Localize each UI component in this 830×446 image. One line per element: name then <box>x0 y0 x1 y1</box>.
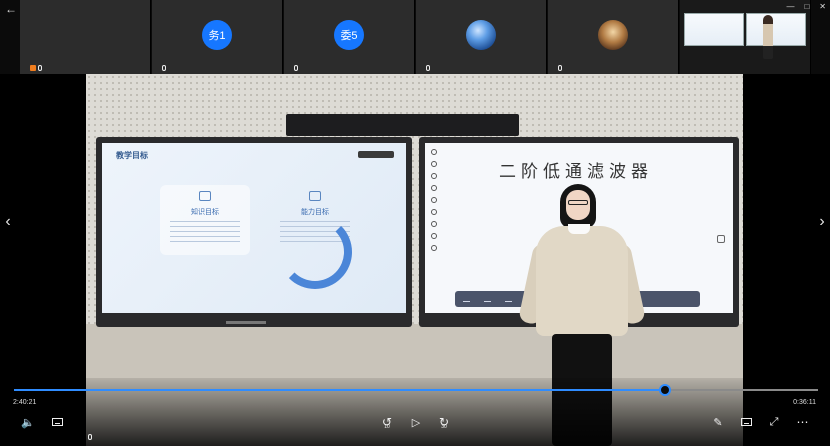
participant-label <box>294 63 300 72</box>
more-icon[interactable]: ⋯ <box>795 414 811 430</box>
participant-avatar <box>466 20 496 50</box>
undo-tool-icon <box>430 209 437 215</box>
dock-cloud-icon <box>505 297 512 302</box>
text-tool-icon <box>430 185 437 191</box>
pen-icon[interactable]: ✎ <box>710 414 726 430</box>
thumbnail-teacher <box>763 15 773 59</box>
screen-icon[interactable] <box>738 414 754 430</box>
elapsed-time: 2:40:21 <box>13 399 37 406</box>
participant-avatar: 务1 <box>202 20 232 50</box>
slide-screen: 教学目标 知识目标 能力目标 <box>102 143 406 313</box>
monitor-logo <box>226 321 266 324</box>
book-icon <box>199 191 211 201</box>
user-icon <box>30 64 36 71</box>
volume-icon[interactable]: 🔈 <box>20 414 36 430</box>
participant-avatar <box>598 20 628 50</box>
minimize-icon[interactable]: — <box>786 2 794 11</box>
participant-tile-1[interactable] <box>20 0 151 74</box>
color-tool-icon <box>430 197 437 203</box>
knowledge-goal-text <box>170 221 240 243</box>
back-arrow-icon[interactable]: ← <box>4 2 18 16</box>
pen-tool-icon <box>430 149 437 155</box>
subtitle-icon[interactable] <box>49 414 65 430</box>
participant-label <box>30 63 44 72</box>
restore-icon[interactable]: □ <box>804 2 809 11</box>
presenter-label <box>88 434 92 440</box>
next-chevron-icon[interactable]: › <box>815 212 829 232</box>
slide-title: 教学目标 <box>116 151 148 160</box>
mic-icon <box>294 64 298 71</box>
knowledge-goal-card: 知识目标 <box>160 185 250 255</box>
progress-thumb[interactable] <box>659 384 672 396</box>
close-tool-icon <box>430 245 437 251</box>
mic-icon <box>426 64 430 71</box>
participant-avatar: 委5 <box>334 20 364 50</box>
whiteboard-toolbar <box>429 149 438 289</box>
thumbnail-screen-right <box>746 13 806 46</box>
dock-collapse-icon <box>463 297 470 302</box>
participant-tile-3[interactable]: 委5 <box>284 0 415 74</box>
participant-strip: ← 务1 委5 — □ ✕ <box>0 0 830 74</box>
participant-label <box>558 63 564 72</box>
participant-label <box>426 63 432 72</box>
skill-goal-title: 能力目标 <box>301 209 329 216</box>
participant-label <box>162 63 168 72</box>
dock-undo-icon <box>484 297 491 302</box>
mic-icon <box>558 64 562 71</box>
eraser-tool-icon <box>430 161 437 167</box>
presenter-thumbnail[interactable] <box>680 0 811 74</box>
knowledge-goal-title: 知识目标 <box>191 209 219 216</box>
window-controls: — □ ✕ <box>786 2 826 11</box>
participant-tile-4[interactable] <box>416 0 547 74</box>
shape-tool-icon <box>430 173 437 179</box>
progress-track[interactable] <box>14 389 818 391</box>
cloud-tool-icon <box>430 221 437 227</box>
fullscreen-icon[interactable]: ⤢ <box>766 414 782 430</box>
close-icon[interactable]: ✕ <box>819 2 826 11</box>
scissors-tool-icon <box>430 233 437 239</box>
playback-controls: 2:40:21 0:36:11 🔈 ↺ 10 ▷ ↻ 30 ✎ ⤢ ⋯ <box>0 378 830 446</box>
mic-icon <box>88 434 92 440</box>
whiteboard-page-icon <box>717 235 725 243</box>
left-display: 教学目标 知识目标 能力目标 <box>96 137 412 327</box>
whiteboard-handwriting: 二阶低通滤波器 <box>499 162 653 182</box>
play-icon[interactable]: ▷ <box>408 414 424 430</box>
rewind-10-icon[interactable]: ↺ 10 <box>379 414 395 430</box>
progress-fill <box>14 389 666 391</box>
forward-30-icon[interactable]: ↻ 30 <box>436 414 452 430</box>
slide-toolbar <box>358 151 394 158</box>
participant-tile-2[interactable]: 务1 <box>152 0 283 74</box>
speaker-bar <box>286 114 519 136</box>
thumbnail-screen-left <box>684 13 744 46</box>
target-icon <box>309 191 321 201</box>
mic-icon <box>38 64 42 71</box>
mic-icon <box>162 64 166 71</box>
participant-tile-5[interactable] <box>548 0 679 74</box>
previous-chevron-icon[interactable]: ‹ <box>1 212 15 232</box>
total-time: 0:36:11 <box>793 399 816 406</box>
skill-goal-card: 能力目标 <box>270 185 360 255</box>
